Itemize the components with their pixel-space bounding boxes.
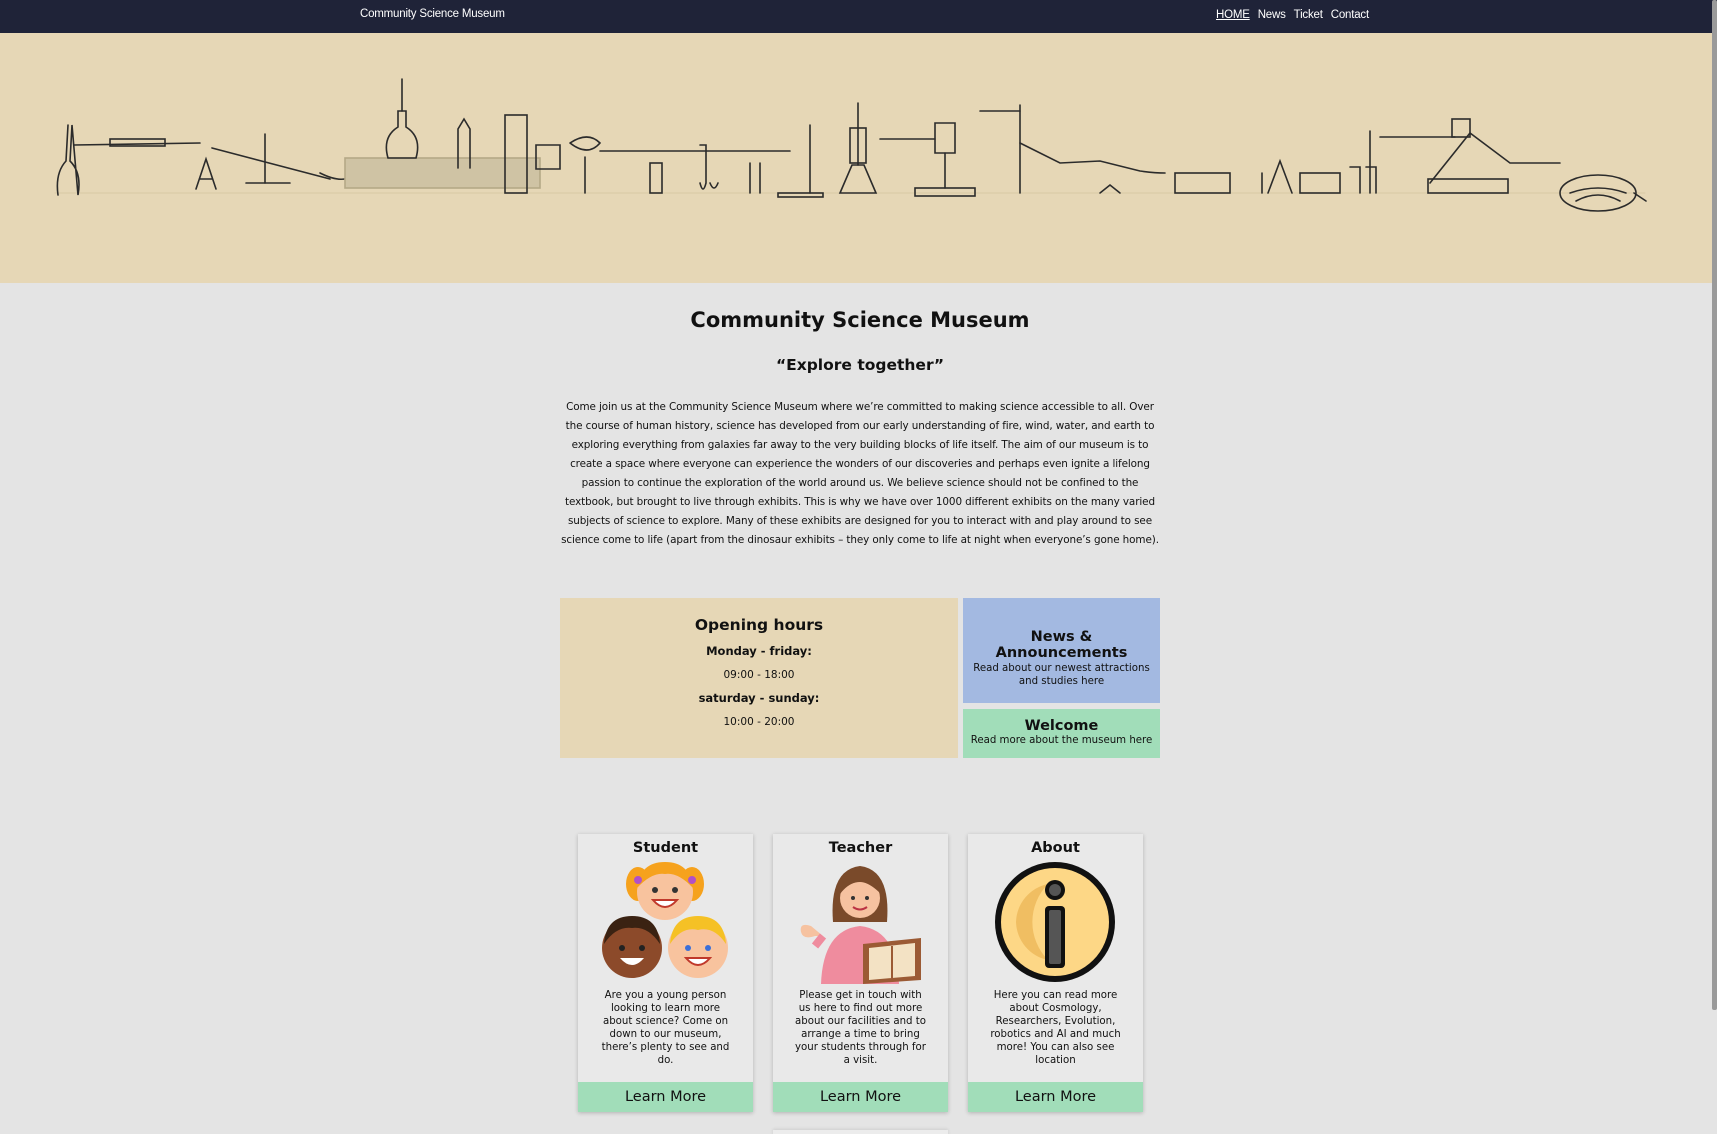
weekday-label: Monday - friday:: [706, 644, 812, 658]
teacher-learn-more-button[interactable]: Learn More: [773, 1082, 948, 1112]
nav-link-news[interactable]: News: [1258, 9, 1286, 21]
page-title: Community Science Museum: [690, 308, 1030, 332]
student-learn-more-button[interactable]: Learn More: [578, 1082, 753, 1112]
student-card: Student Are you a young person looking t…: [578, 834, 753, 1112]
children-faces-icon: [602, 862, 728, 978]
about-card-text: Here you can read more about Cosmology, …: [990, 990, 1121, 1066]
nav-link-home[interactable]: HOME: [1216, 9, 1250, 21]
opening-hours-panel: Opening hours Monday - friday: 09:00 - 1…: [560, 598, 958, 758]
nav-link-ticket[interactable]: Ticket: [1294, 9, 1323, 21]
student-card-text: Are you a young person looking to learn …: [601, 990, 730, 1066]
opening-hours-title: Opening hours: [694, 616, 824, 634]
about-learn-more-button[interactable]: Learn More: [968, 1082, 1143, 1112]
welcome-description: Read more about the museum here: [970, 735, 1153, 746]
student-card-title: Student: [632, 840, 699, 856]
weekday-time: 09:00 - 18:00: [723, 669, 795, 681]
news-title: News & Announcements: [995, 629, 1128, 661]
page-tagline: “Explore together”: [775, 356, 945, 374]
intro-paragraph: Come join us at the Community Science Mu…: [561, 401, 1159, 546]
top-navbar: Community Science Museum HOME News Ticke…: [0, 0, 1717, 33]
teacher-card: Teacher Please get in touch with us here…: [773, 834, 948, 1112]
news-description: Read about our newest attractions and st…: [973, 663, 1150, 687]
welcome-link[interactable]: Welcome Read more about the museum here: [963, 709, 1160, 758]
info-icon: [995, 862, 1115, 982]
page-scrollbar[interactable]: [1712, 0, 1717, 1010]
teacher-card-text: Please get in touch with us here to find…: [795, 990, 926, 1066]
next-card-partial: [773, 1130, 948, 1134]
hero-banner: [0, 33, 1717, 283]
teacher-icon: [800, 866, 921, 984]
site-brand[interactable]: Community Science Museum: [360, 8, 505, 20]
weekend-time: 10:00 - 20:00: [723, 716, 795, 728]
news-announcements-link[interactable]: News & Announcements Read about our newe…: [963, 598, 1160, 703]
laboratory-apparatus-illustration: [54, 78, 1647, 212]
nav-links: HOME News Ticket Contact: [1216, 9, 1369, 21]
about-card: About Here you can read more about Cosmo…: [968, 834, 1143, 1112]
about-card-title: About: [1031, 840, 1080, 856]
teacher-card-title: Teacher: [828, 840, 893, 856]
welcome-title: Welcome: [1024, 718, 1099, 734]
nav-link-contact[interactable]: Contact: [1331, 9, 1369, 21]
weekend-label: saturday - sunday:: [698, 691, 820, 705]
